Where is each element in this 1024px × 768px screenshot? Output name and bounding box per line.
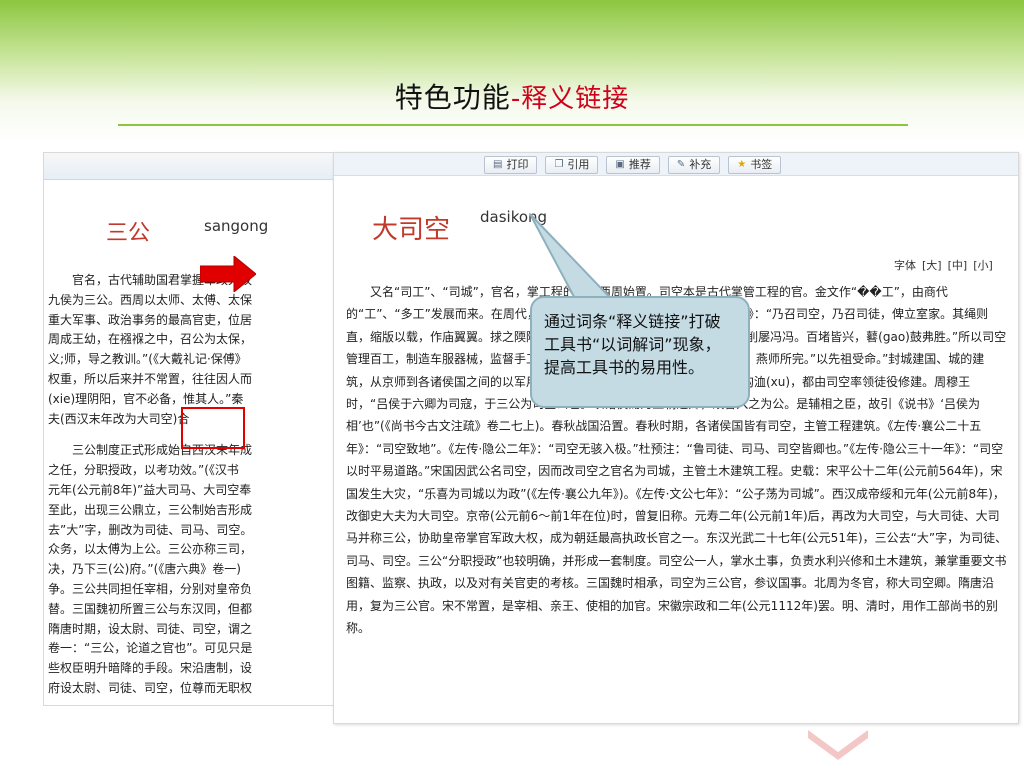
- recommend-button[interactable]: ▣ 推荐: [606, 156, 660, 174]
- font-size-medium[interactable]: [中]: [948, 257, 968, 273]
- cite-button[interactable]: ❐ 引用: [545, 156, 599, 174]
- pencil-icon: ✎: [676, 159, 686, 170]
- front-page-toolbar: ▤ 打印 ❐ 引用 ▣ 推荐 ✎ 补充 ★ 书签: [334, 153, 1018, 176]
- back-page-toolbar: [44, 153, 344, 180]
- slide-title: 特色功能-释义链接: [0, 76, 1024, 116]
- back-paragraph-1: 官名，古代辅助国君掌握军政大权 九侯为三公。西周以太师、太傅、太保 重大军事、政…: [48, 273, 253, 426]
- cite-label: 引用: [567, 158, 590, 171]
- front-headword: 大司空: [372, 215, 451, 245]
- link-highlight-box: [181, 407, 245, 449]
- print-button[interactable]: ▤ 打印: [484, 156, 538, 174]
- print-label: 打印: [506, 158, 529, 171]
- toolbar: ▤ 打印 ❐ 引用 ▣ 推荐 ✎ 补充 ★ 书签: [484, 156, 782, 174]
- supplement-label: 补充: [689, 158, 712, 171]
- font-size-label: 字体: [894, 259, 916, 272]
- bookmark-button[interactable]: ★ 书签: [728, 156, 782, 174]
- recommend-icon: ▣: [615, 159, 625, 170]
- star-icon: ★: [737, 159, 747, 170]
- top-gradient-band: [0, 0, 1024, 140]
- callout-box: 通过词条“释义链接”打破工具书“以词解词”现象，提高工具书的易用性。: [530, 296, 750, 408]
- front-entry-page: ▤ 打印 ❐ 引用 ▣ 推荐 ✎ 补充 ★ 书签 大司空 dasikong 字体 [大] …: [333, 152, 1019, 724]
- printer-icon: ▤: [493, 159, 503, 170]
- back-headword: 三公: [106, 221, 151, 246]
- bookmark-label: 书签: [750, 158, 773, 171]
- back-entry-page: 三公 sangong 官名，古代辅助国君掌握军政大权 九侯为三公。西周以太师、太…: [43, 152, 345, 706]
- back-paragraph-2: 三公制度正式形成始自西汉末年成 之任，分职授政，以考功效。”(《汉书 元年(公元…: [48, 443, 253, 695]
- slide-title-main: 特色功能: [394, 81, 511, 114]
- font-size-controls: 字体 [大] [中] [小]: [894, 257, 993, 273]
- font-size-large[interactable]: [大]: [922, 257, 942, 273]
- decorative-chevron-icon: [808, 730, 868, 760]
- red-arrow-icon: [200, 256, 256, 292]
- title-divider: [118, 124, 908, 126]
- cite-icon: ❐: [554, 159, 564, 170]
- slide-title-sub: -释义链接: [510, 84, 630, 114]
- callout-text: 通过词条“释义链接”打破工具书“以词解词”现象，提高工具书的易用性。: [544, 312, 721, 377]
- supplement-button[interactable]: ✎ 补充: [667, 156, 721, 174]
- font-size-small[interactable]: [小]: [973, 257, 993, 273]
- recommend-label: 推荐: [628, 158, 651, 171]
- back-pinyin: sangong: [204, 217, 269, 235]
- back-entry-body: 官名，古代辅助国君掌握军政大权 九侯为三公。西周以太师、太傅、太保 重大军事、政…: [48, 271, 336, 699]
